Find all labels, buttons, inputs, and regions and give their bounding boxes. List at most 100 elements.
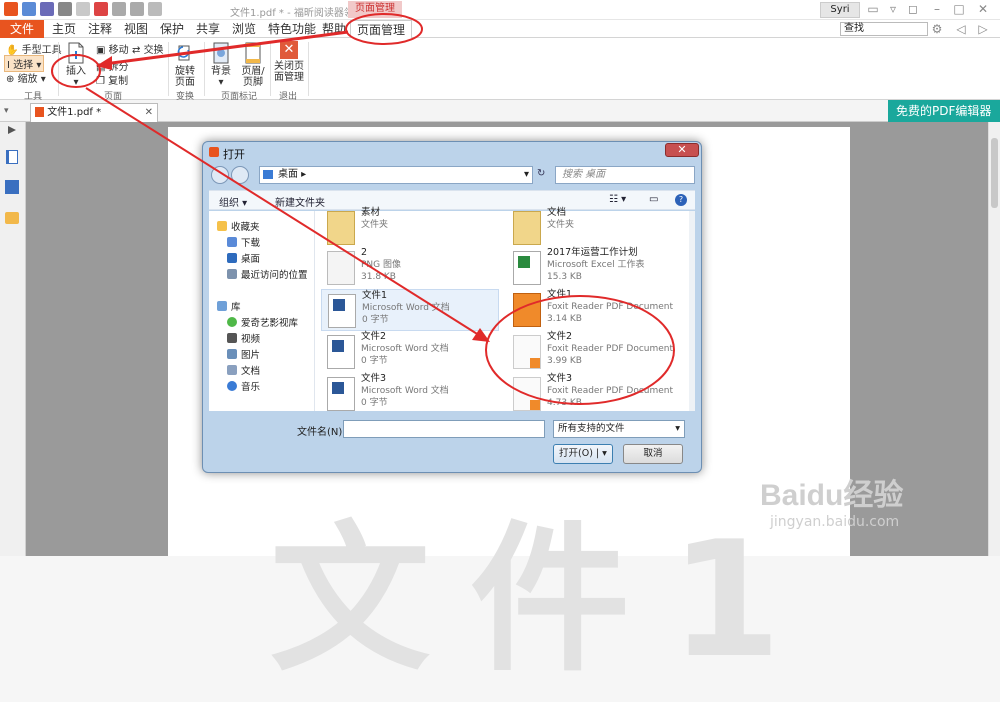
dialog-close-button[interactable]: ✕ bbox=[665, 143, 699, 157]
nav-left-icon[interactable]: ◁ bbox=[954, 22, 968, 36]
hand-tool-button[interactable]: ✋ 手型工具 bbox=[6, 41, 62, 56]
header-footer-button[interactable]: 页眉/页脚 bbox=[238, 42, 268, 88]
close-icon[interactable]: ✕ bbox=[976, 2, 990, 16]
help-icon[interactable]: ? bbox=[675, 194, 687, 206]
restore-icon[interactable]: ◻ bbox=[906, 2, 920, 16]
ribbon-separator bbox=[168, 42, 169, 96]
address-dropdown-icon[interactable]: ▾ bbox=[524, 167, 529, 183]
new-folder-button[interactable]: 新建文件夹 bbox=[275, 194, 325, 209]
maximize-icon[interactable]: □ bbox=[952, 2, 966, 16]
close-page-management-button[interactable]: ✕ 关闭页面管理 bbox=[274, 41, 304, 83]
filename-label: 文件名(N): bbox=[297, 427, 346, 438]
word-file-icon bbox=[328, 294, 356, 328]
nav-desktop[interactable]: 桌面 bbox=[227, 251, 260, 265]
vertical-scrollbar[interactable] bbox=[988, 122, 1000, 556]
tab-features[interactable]: 特色功能 bbox=[268, 20, 316, 38]
forward-icon[interactable] bbox=[231, 166, 249, 184]
tab-browse[interactable]: 浏览 bbox=[232, 20, 256, 38]
view-options-icon[interactable]: ☷ ▾ bbox=[609, 194, 626, 205]
file-item[interactable]: 文件1 Microsoft Word 文档 0 字节 bbox=[321, 289, 499, 331]
comments-icon[interactable] bbox=[5, 212, 19, 224]
file-list-scrollbar[interactable] bbox=[689, 211, 695, 411]
new-icon[interactable] bbox=[76, 2, 90, 16]
tab-page-management[interactable]: 页面管理 bbox=[350, 20, 413, 39]
insert-page-button[interactable]: 插入 ▾ bbox=[62, 42, 90, 88]
ribbon-separator bbox=[308, 42, 309, 96]
filename-input[interactable] bbox=[343, 420, 545, 438]
split-page-button[interactable]: ▤ 拆分 bbox=[96, 58, 129, 73]
scroll-thumb[interactable] bbox=[991, 138, 998, 208]
navigation-pane: 收藏夹 下载 桌面 最近访问的位置 库 爱奇艺影视库 视频 图片 文档 音乐 bbox=[209, 211, 315, 411]
nav-recent[interactable]: 最近访问的位置 bbox=[227, 267, 308, 281]
print-icon[interactable] bbox=[58, 2, 72, 16]
redo-icon[interactable] bbox=[130, 2, 144, 16]
background-icon bbox=[213, 42, 229, 64]
hand-icon[interactable] bbox=[148, 2, 162, 16]
promo-banner[interactable]: 免费的PDF编辑器 bbox=[888, 100, 1000, 122]
cart-icon[interactable]: ▭ bbox=[866, 2, 880, 16]
move-page-button[interactable]: ▣ 移动 bbox=[96, 41, 129, 56]
tab-file[interactable]: 文件 bbox=[0, 20, 44, 38]
menu-bar: 文件 主页 注释 视图 保护 共享 浏览 特色功能 帮助 页面管理 查找 ⚙ ◁… bbox=[0, 20, 1000, 39]
cancel-button[interactable]: 取消 bbox=[623, 444, 683, 464]
open-button[interactable]: 打开(O) | ▾ bbox=[553, 444, 613, 464]
tab-home[interactable]: 主页 bbox=[52, 20, 76, 38]
search-input[interactable]: 查找 bbox=[840, 22, 928, 36]
minimize-icon[interactable]: – bbox=[930, 2, 944, 16]
file-item[interactable]: 2017年运营工作计划 Microsoft Excel 工作表 15.3 KB bbox=[507, 247, 685, 289]
file-item[interactable]: 素材 文件夹 bbox=[321, 207, 499, 249]
nav-videos[interactable]: 视频 bbox=[227, 331, 260, 345]
preview-pane-icon[interactable]: ▭ bbox=[649, 194, 658, 205]
file-item[interactable]: 2 PNG 图像 31.8 KB bbox=[321, 247, 499, 289]
expand-panel-icon[interactable] bbox=[8, 126, 16, 134]
nav-right-icon[interactable]: ▷ bbox=[976, 22, 990, 36]
nav-library[interactable]: 库 bbox=[217, 299, 241, 313]
background-button[interactable]: 背景 ▾ bbox=[208, 42, 234, 88]
ribbon: ✋ 手型工具 Ⅰ 选择 ▾ ⊕ 缩放 ▾ 工具 插入 ▾ ▣ 移动 ⇄ 交换 ▤ … bbox=[0, 38, 1000, 102]
pages-icon[interactable] bbox=[5, 180, 19, 194]
nav-iqiyi[interactable]: 爱奇艺影视库 bbox=[227, 315, 298, 329]
file-item[interactable]: 文件3 Foxit Reader PDF Document 4.73 KB bbox=[507, 373, 685, 415]
file-item[interactable]: 文件3 Microsoft Word 文档 0 字节 bbox=[321, 373, 499, 415]
shirt-icon[interactable]: ▿ bbox=[886, 2, 900, 16]
settings-icon[interactable]: ⚙ bbox=[930, 22, 944, 36]
user-button[interactable]: Syri bbox=[820, 2, 860, 18]
recent-places-icon bbox=[227, 269, 237, 279]
picture-icon bbox=[227, 349, 237, 359]
swap-page-button[interactable]: ⇄ 交换 bbox=[132, 41, 164, 56]
close-tab-icon[interactable]: ✕ bbox=[145, 104, 153, 121]
undo-icon[interactable] bbox=[112, 2, 126, 16]
nav-favorites[interactable]: 收藏夹 bbox=[217, 219, 260, 233]
file-item[interactable]: 文档 文件夹 bbox=[507, 207, 685, 249]
dialog-search-input[interactable]: 搜索 桌面 bbox=[555, 166, 695, 184]
rotate-page-button[interactable]: 旋转页面 bbox=[172, 42, 198, 88]
tab-protect[interactable]: 保护 bbox=[160, 20, 184, 38]
bookmark-icon[interactable] bbox=[6, 150, 18, 164]
filetype-select[interactable]: 所有支持的文件 ▾ bbox=[553, 420, 685, 438]
file-item[interactable]: 文件1 Foxit Reader PDF Document 3.14 KB bbox=[507, 289, 685, 331]
copy-page-button[interactable]: ❐ 复制 bbox=[96, 72, 128, 87]
excel-file-icon bbox=[513, 251, 541, 285]
tab-list-icon[interactable]: ▾ bbox=[4, 106, 9, 116]
document-tab[interactable]: 文件1.pdf * ✕ bbox=[30, 103, 158, 122]
tab-comment[interactable]: 注释 bbox=[88, 20, 112, 38]
tab-share[interactable]: 共享 bbox=[196, 20, 220, 38]
zoom-tool-button[interactable]: ⊕ 缩放 ▾ bbox=[6, 70, 46, 85]
save-icon[interactable] bbox=[40, 2, 54, 16]
tab-view[interactable]: 视图 bbox=[124, 20, 148, 38]
nav-music[interactable]: 音乐 bbox=[227, 379, 260, 393]
back-icon[interactable] bbox=[211, 166, 229, 184]
nav-pictures[interactable]: 图片 bbox=[227, 347, 260, 361]
organize-button[interactable]: 组织 ▾ bbox=[219, 194, 247, 209]
pdf-icon[interactable] bbox=[94, 2, 108, 16]
png-file-icon bbox=[327, 251, 355, 285]
refresh-icon[interactable]: ↻ bbox=[537, 168, 545, 179]
file-item[interactable]: 文件2 Foxit Reader PDF Document 3.99 KB bbox=[507, 331, 685, 373]
star-icon bbox=[217, 221, 227, 231]
nav-downloads[interactable]: 下载 bbox=[227, 235, 260, 249]
nav-documents[interactable]: 文档 bbox=[227, 363, 260, 377]
tab-help[interactable]: 帮助 bbox=[322, 20, 346, 38]
file-item[interactable]: 文件2 Microsoft Word 文档 0 字节 bbox=[321, 331, 499, 373]
open-icon[interactable] bbox=[22, 2, 36, 16]
address-bar[interactable]: 桌面 ▸ ▾ bbox=[259, 166, 533, 184]
